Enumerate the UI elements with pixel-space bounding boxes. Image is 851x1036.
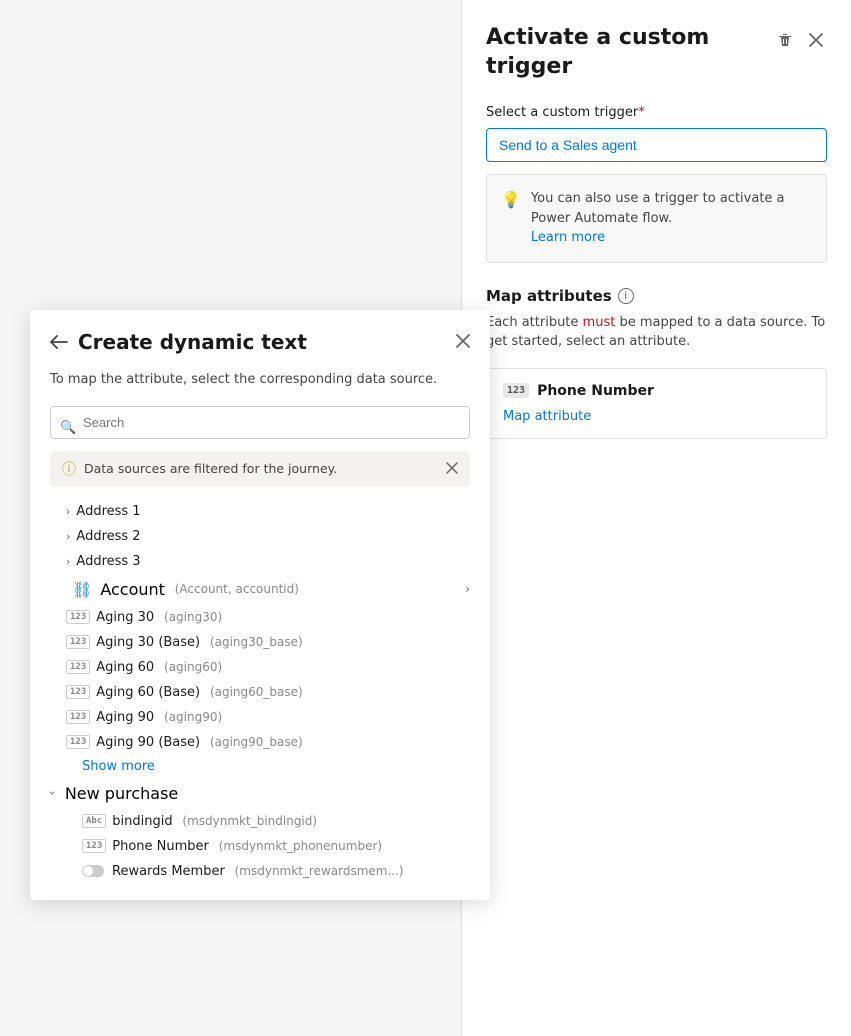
back-button[interactable]: [50, 335, 68, 349]
num-icon: 123: [66, 735, 90, 749]
num-icon: 123: [82, 839, 106, 853]
title-group: Create dynamic text: [50, 330, 307, 354]
item-sub: (aging30_base): [206, 635, 303, 649]
item-sub: (msdynmkt_bindingid): [179, 814, 317, 828]
item-sub: (aging30): [160, 610, 222, 624]
tree-item-rewardsmember[interactable]: Rewards Member (msdynmkt_rewardsmem...): [30, 859, 490, 884]
section-new-purchase[interactable]: › New purchase: [30, 778, 490, 809]
highlight-word: must: [583, 315, 616, 330]
info-box: 💡 You can also use a trigger to activate…: [486, 174, 827, 263]
num-badge: 123: [503, 383, 529, 398]
close-icon: [456, 334, 470, 348]
expand-icon: ›: [465, 582, 470, 596]
num-icon: 123: [66, 660, 90, 674]
item-sub: (aging90): [160, 710, 222, 724]
x-icon: [809, 33, 823, 47]
filter-close-icon: [446, 462, 458, 474]
item-label: Aging 90 (Base): [96, 735, 200, 750]
header-icons: [773, 28, 827, 52]
tree-item-address1[interactable]: › Address 1: [30, 499, 490, 524]
trigger-input[interactable]: [486, 128, 827, 162]
map-attribute-link[interactable]: Map attribute: [503, 409, 591, 424]
search-icon: 🔍: [60, 421, 76, 436]
trash-icon: [777, 32, 793, 48]
left-panel: Create dynamic text To map the attribute…: [30, 310, 490, 900]
item-label: Aging 30: [96, 610, 154, 625]
search-input[interactable]: [50, 406, 470, 439]
search-container: 🔍: [30, 406, 490, 451]
show-more-link[interactable]: Show more: [30, 755, 490, 778]
right-panel: Activate a custom trigger Select a custo…: [461, 0, 851, 1036]
map-attributes-header: Map attributes i: [486, 287, 827, 305]
tree-item-phonenumber[interactable]: 123 Phone Number (msdynmkt_phonenumber): [30, 834, 490, 859]
item-label: Phone Number: [112, 839, 209, 854]
attribute-name: Phone Number: [537, 383, 654, 399]
chevron-icon: ›: [66, 505, 70, 518]
item-label: Rewards Member: [112, 864, 225, 879]
chevron-icon: ›: [66, 555, 70, 568]
filter-notice: ⓘ Data sources are filtered for the jour…: [50, 451, 470, 487]
tree-item-aging90base[interactable]: 123 Aging 90 (Base) (aging90_base): [30, 730, 490, 755]
delete-button[interactable]: [773, 28, 797, 52]
filter-notice-text: Data sources are filtered for the journe…: [84, 461, 337, 476]
item-label: Aging 30 (Base): [96, 635, 200, 650]
num-icon: 123: [66, 635, 90, 649]
tree-item-bindingid[interactable]: Abc bindingid (msdynmkt_bindingid): [30, 809, 490, 834]
trigger-label: Select a custom trigger*: [486, 105, 827, 120]
num-icon: 123: [66, 710, 90, 724]
background-left: [0, 0, 461, 310]
num-icon: 123: [66, 610, 90, 624]
item-sub: (aging90_base): [206, 735, 303, 749]
abc-icon: Abc: [82, 814, 106, 828]
item-label: Aging 60: [96, 660, 154, 675]
tree-item-account[interactable]: ⛓ Account (Account, accountid) ›: [30, 574, 490, 605]
back-arrow-icon: [50, 335, 68, 349]
right-panel-header: Activate a custom trigger: [486, 24, 827, 81]
item-label: Aging 90: [96, 710, 154, 725]
tree-item-address3[interactable]: › Address 3: [30, 549, 490, 574]
filter-close-button[interactable]: [446, 461, 458, 477]
lightbulb-icon: 💡: [501, 190, 521, 248]
info-text: You can also use a trigger to activate a…: [531, 189, 812, 248]
chevron-icon: ›: [66, 530, 70, 543]
item-sub: (aging60_base): [206, 685, 303, 699]
learn-more-link[interactable]: Learn more: [531, 230, 605, 245]
left-panel-header: Create dynamic text: [30, 310, 490, 370]
panel-title: Activate a custom trigger: [486, 24, 766, 81]
item-label: Address 2: [76, 529, 140, 544]
item-label: Address 3: [76, 554, 140, 569]
info-icon-circle[interactable]: i: [618, 288, 634, 304]
attribute-card: 123 Phone Number Map attribute: [486, 368, 827, 439]
item-sub: (msdynmkt_rewardsmem...): [231, 864, 404, 878]
tree-item-address2[interactable]: › Address 2: [30, 524, 490, 549]
item-label: Address 1: [76, 504, 140, 519]
item-sub: (msdynmkt_phonenumber): [215, 839, 382, 853]
tree-item-aging60base[interactable]: 123 Aging 60 (Base) (aging60_base): [30, 680, 490, 705]
map-attributes-desc: Each attribute must be mapped to a data …: [486, 313, 827, 352]
tree-item-aging60[interactable]: 123 Aging 60 (aging60): [30, 655, 490, 680]
num-icon: 123: [66, 685, 90, 699]
chevron-icon: ›: [45, 791, 59, 796]
attribute-card-header: 123 Phone Number: [503, 383, 810, 399]
item-sub: (aging60): [160, 660, 222, 674]
account-sub: (Account, accountid): [171, 582, 299, 596]
link-icon: ⛓: [72, 580, 92, 599]
left-panel-desc: To map the attribute, select the corresp…: [30, 370, 490, 406]
close-panel-button[interactable]: [805, 29, 827, 51]
tree-item-aging90[interactable]: 123 Aging 90 (aging90): [30, 705, 490, 730]
tree-item-aging30[interactable]: 123 Aging 30 (aging30): [30, 605, 490, 630]
map-attributes-title: Map attributes: [486, 287, 612, 305]
toggle-icon: [82, 865, 104, 877]
account-label: Account: [100, 580, 165, 599]
warning-icon: ⓘ: [62, 459, 76, 479]
item-label: Aging 60 (Base): [96, 685, 200, 700]
tree-list: › Address 1 › Address 2 › Address 3 ⛓ Ac…: [30, 499, 490, 900]
left-panel-title: Create dynamic text: [78, 330, 307, 354]
tree-item-aging30base[interactable]: 123 Aging 30 (Base) (aging30_base): [30, 630, 490, 655]
item-label: bindingid: [112, 814, 172, 829]
close-left-panel-button[interactable]: [456, 332, 470, 353]
section-label: New purchase: [65, 784, 178, 803]
